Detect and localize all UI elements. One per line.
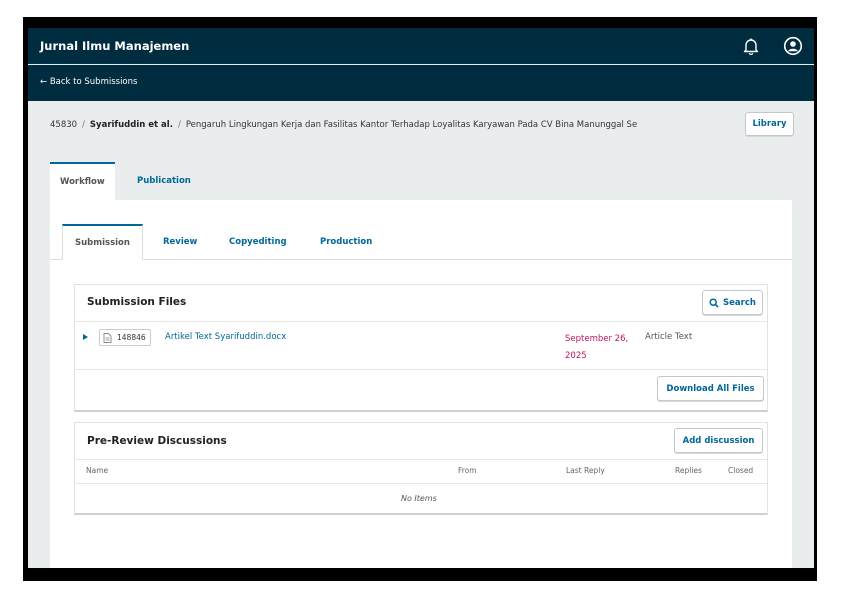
no-items-text: No Items bbox=[401, 494, 437, 503]
column-last-reply[interactable]: Last Reply bbox=[566, 466, 605, 475]
back-to-submissions-link[interactable]: ← Back to Submissions bbox=[40, 77, 137, 87]
file-id: 148846 bbox=[117, 333, 146, 342]
column-name[interactable]: Name bbox=[86, 466, 108, 475]
library-button[interactable]: Library bbox=[745, 112, 794, 136]
submission-files-title: Submission Files bbox=[87, 296, 187, 308]
file-id-badge: 148846 bbox=[99, 329, 151, 346]
back-bar: ← Back to Submissions bbox=[28, 65, 814, 101]
file-row: 148846 Artikel Text Syarifuddin.docx Sep… bbox=[75, 322, 767, 369]
tab-copyediting[interactable]: Copyediting bbox=[217, 224, 299, 260]
submission-id: 45830 bbox=[50, 120, 78, 130]
pre-review-discussions-grid: Pre-Review Discussions Add discussion No… bbox=[74, 422, 768, 515]
submission-title: Pengaruh Lingkungan Kerja dan Fasilitas … bbox=[185, 120, 638, 130]
user-circle-icon[interactable] bbox=[783, 36, 803, 56]
column-replies[interactable]: Replies bbox=[675, 466, 702, 475]
download-all-files-button[interactable]: Download All Files bbox=[657, 376, 764, 401]
file-date: September 26, 2025 bbox=[565, 334, 629, 361]
breadcrumb: 45830/Syarifuddin et al. / Pengaruh Lingku… bbox=[50, 120, 638, 130]
top-header: Jurnal Ilmu Manajemen bbox=[28, 28, 814, 64]
expand-row-icon[interactable] bbox=[83, 334, 88, 340]
file-icon bbox=[103, 332, 112, 343]
file-name-link[interactable]: Artikel Text Syarifuddin.docx bbox=[165, 332, 286, 342]
search-button-label: Search bbox=[723, 297, 756, 308]
search-icon bbox=[709, 297, 719, 308]
tab-submission[interactable]: Submission bbox=[62, 224, 143, 260]
site-title[interactable]: Jurnal Ilmu Manajemen bbox=[40, 39, 189, 53]
stage-tabs: Submission Review Copyediting Production bbox=[50, 200, 792, 260]
tab-workflow[interactable]: Workflow bbox=[50, 162, 115, 200]
tab-review[interactable]: Review bbox=[151, 224, 209, 260]
column-from[interactable]: From bbox=[458, 466, 477, 475]
file-type: Article Text bbox=[645, 332, 693, 342]
submission-author: Syarifuddin et al. bbox=[89, 120, 173, 130]
discussions-title: Pre-Review Discussions bbox=[87, 435, 227, 447]
tab-production[interactable]: Production bbox=[308, 224, 384, 260]
bell-icon[interactable] bbox=[741, 36, 761, 56]
tab-publication[interactable]: Publication bbox=[127, 162, 201, 200]
search-button[interactable]: Search bbox=[702, 290, 763, 315]
app: Jurnal Ilmu Manajemen ← Back to Submissi… bbox=[28, 28, 814, 568]
submission-files-grid: Submission Files Search 148846 Artikel T… bbox=[74, 284, 768, 412]
column-closed[interactable]: Closed bbox=[728, 466, 753, 475]
add-discussion-button[interactable]: Add discussion bbox=[674, 428, 763, 453]
